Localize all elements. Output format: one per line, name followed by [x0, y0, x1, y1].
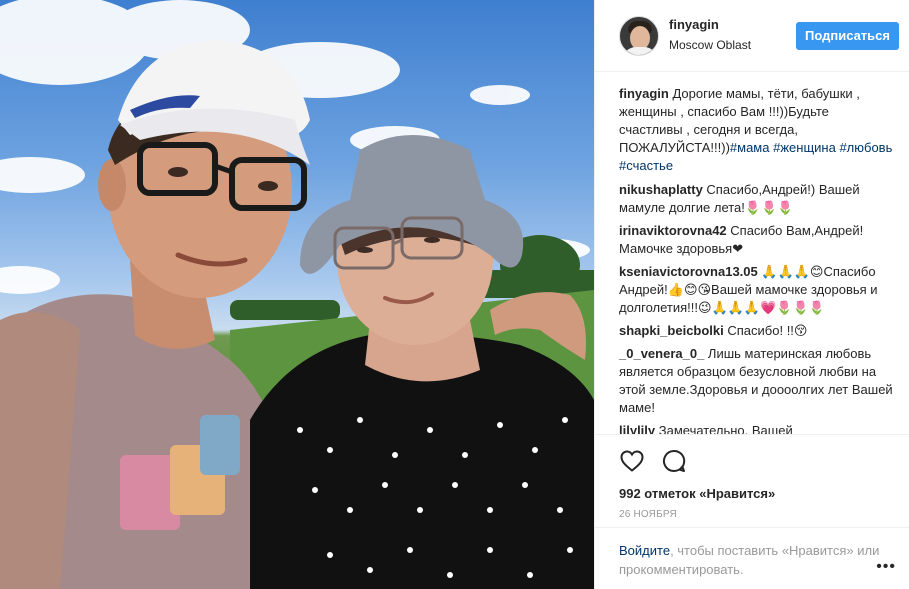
login-link[interactable]: Войдите: [619, 543, 670, 558]
login-prompt: Войдите, чтобы поставить «Нравится» или …: [595, 527, 909, 589]
comments-list[interactable]: finyagin Дорогие мамы, тёти, бабушки , ж…: [595, 73, 909, 435]
location-link[interactable]: Moscow Oblast: [669, 36, 796, 54]
avatar[interactable]: [619, 15, 659, 56]
comment-author[interactable]: shapki_beicbolki: [619, 323, 724, 338]
heart-outline-icon[interactable]: [619, 448, 645, 474]
comment-item: irinaviktorovna42 Спасибо Вам,Андрей!Мам…: [619, 222, 896, 258]
comment-author[interactable]: kseniaviсtorovna13.05: [619, 264, 758, 279]
post-header: finyagin Moscow Oblast Подписаться: [595, 0, 909, 72]
comment-item: shapki_beicbolki Спасибо! !!😚: [619, 322, 896, 340]
hashtag-lyubov[interactable]: #любовь: [839, 140, 892, 155]
post-side-panel: finyagin Moscow Oblast Подписаться finya…: [594, 0, 909, 589]
post-caption: finyagin Дорогие мамы, тёти, бабушки , ж…: [619, 85, 896, 175]
hashtag-schastye[interactable]: #счастье: [619, 158, 673, 173]
more-options-icon[interactable]: •••: [876, 557, 896, 576]
caption-author[interactable]: finyagin: [619, 86, 669, 101]
username-link[interactable]: finyagin: [669, 17, 796, 33]
selfie-photo-illustration: [0, 0, 594, 589]
likes-count[interactable]: 992 отметок «Нравится»: [619, 485, 886, 503]
hashtag-zhenshchina[interactable]: #женщина: [773, 140, 836, 155]
comment-text: Спасибо! !!😚: [723, 323, 808, 338]
comment-author[interactable]: irinaviktorovna42: [619, 223, 727, 238]
post-date[interactable]: 26 ноября: [619, 509, 886, 520]
comment-item: _0_venera_0_ Лишь материнская любовь явл…: [619, 345, 896, 417]
user-info: finyagin Moscow Oblast: [669, 17, 796, 54]
comment-item: kseniaviсtorovna13.05 🙏🙏🙏😊Спасибо Андрей…: [619, 263, 896, 317]
instagram-post-modal: finyagin Moscow Oblast Подписаться finya…: [0, 0, 909, 589]
follow-button[interactable]: Подписаться: [795, 21, 899, 50]
action-icons: [619, 443, 886, 479]
comment-bubble-icon[interactable]: [661, 448, 687, 474]
comment-item: nikushaplatty Спасибо,Андрей!) Вашей мам…: [619, 181, 896, 217]
post-photo[interactable]: [0, 0, 594, 589]
hashtag-mama[interactable]: #мама: [730, 140, 770, 155]
comment-author[interactable]: nikushaplatty: [619, 182, 703, 197]
comment-author[interactable]: _0_venera_0_: [619, 346, 704, 361]
